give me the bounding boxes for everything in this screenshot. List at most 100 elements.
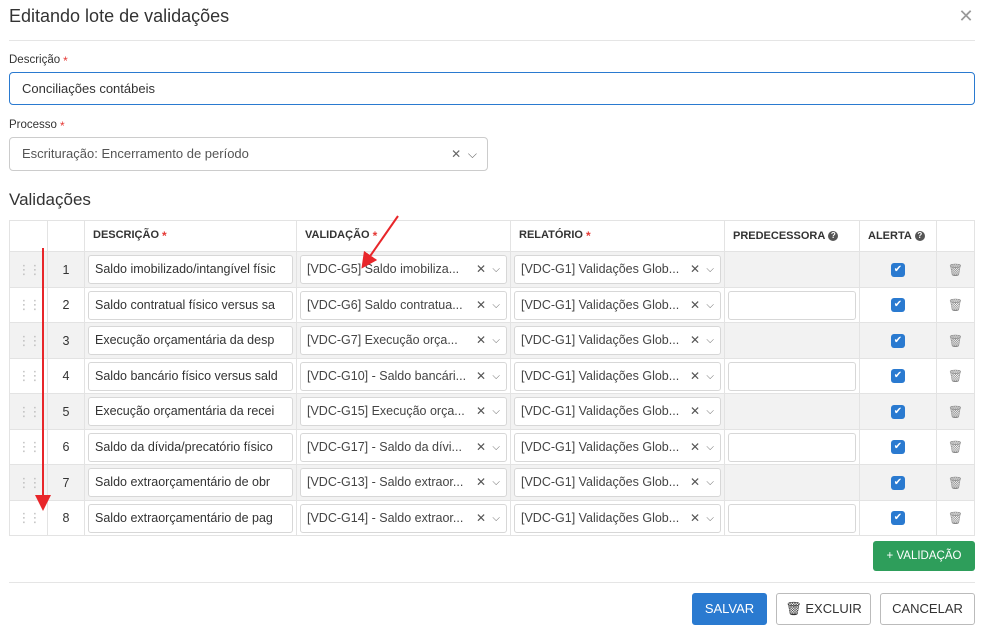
descricao-cell-input[interactable]: Saldo da dívida/precatório físico bbox=[88, 432, 293, 462]
clear-icon[interactable]: ✕ bbox=[690, 327, 700, 354]
alerta-checkbox[interactable]: ✔ bbox=[891, 369, 905, 383]
chevron-down-icon[interactable]: ⌵ bbox=[492, 505, 500, 532]
add-validacao-button[interactable]: + VALIDAÇÃO bbox=[873, 541, 975, 571]
trash-icon[interactable]: 🗑 bbox=[936, 251, 975, 288]
descricao-cell-input[interactable]: Saldo extraorçamentário de obr bbox=[88, 468, 293, 497]
alerta-checkbox[interactable]: ✔ bbox=[891, 262, 905, 277]
clear-icon[interactable]: ✕ bbox=[476, 469, 486, 496]
validacao-select[interactable]: [VDC-G17] - Saldo da dívi... ✕ ⌵ bbox=[300, 432, 507, 462]
chevron-down-icon[interactable]: ⌵ bbox=[468, 147, 477, 161]
trash-icon[interactable]: 🗑 bbox=[936, 500, 975, 536]
chevron-down-icon[interactable]: ⌵ bbox=[492, 434, 500, 461]
trash-icon[interactable]: 🗑 bbox=[936, 322, 975, 359]
chevron-down-icon[interactable]: ⌵ bbox=[706, 256, 714, 283]
chevron-down-icon[interactable]: ⌵ bbox=[706, 327, 714, 354]
chevron-down-icon[interactable]: ⌵ bbox=[706, 398, 714, 425]
cancel-button[interactable]: CANCELAR bbox=[880, 593, 975, 625]
predecessora-input[interactable] bbox=[728, 503, 856, 533]
relatorio-select[interactable]: [VDC-G1] Validações Glob... ✕ ⌵ bbox=[514, 503, 721, 533]
drag-handle-icon[interactable]: ⋮⋮ bbox=[9, 287, 48, 323]
drag-handle-icon[interactable]: ⋮⋮ bbox=[9, 322, 48, 359]
predecessora-input[interactable] bbox=[728, 290, 856, 320]
help-icon[interactable]: ? bbox=[828, 231, 839, 242]
chevron-down-icon[interactable]: ⌵ bbox=[492, 327, 500, 354]
chevron-down-icon[interactable]: ⌵ bbox=[492, 292, 500, 319]
alerta-checkbox[interactable]: ✔ bbox=[891, 440, 905, 454]
validacao-select[interactable]: [VDC-G7] Execução orça... ✕ ⌵ bbox=[300, 326, 507, 355]
relatorio-select[interactable]: [VDC-G1] Validações Glob... ✕ ⌵ bbox=[514, 290, 721, 320]
descricao-cell-input[interactable]: Saldo bancário físico versus sald bbox=[88, 361, 293, 391]
descricao-cell-input[interactable]: Execução orçamentária da desp bbox=[88, 326, 293, 355]
validacao-select[interactable]: [VDC-G6] Saldo contratua... ✕ ⌵ bbox=[300, 290, 507, 320]
save-button[interactable]: SALVAR bbox=[692, 593, 767, 625]
clear-icon[interactable]: ✕ bbox=[690, 434, 700, 461]
chevron-down-icon[interactable]: ⌵ bbox=[706, 363, 714, 390]
drag-handle-icon[interactable]: ⋮⋮ bbox=[9, 358, 48, 394]
clear-icon[interactable]: ✕ bbox=[451, 147, 461, 161]
relatorio-select[interactable]: [VDC-G1] Validações Glob... ✕ ⌵ bbox=[514, 468, 721, 497]
clear-icon[interactable]: ✕ bbox=[690, 469, 700, 496]
relatorio-select[interactable]: [VDC-G1] Validações Glob... ✕ ⌵ bbox=[514, 361, 721, 391]
clear-icon[interactable]: ✕ bbox=[476, 327, 486, 354]
trash-icon[interactable]: 🗑 bbox=[936, 358, 975, 394]
clear-icon[interactable]: ✕ bbox=[476, 363, 486, 390]
relatorio-select[interactable]: [VDC-G1] Validações Glob... ✕ ⌵ bbox=[514, 326, 721, 355]
chevron-down-icon[interactable]: ⌵ bbox=[706, 292, 714, 319]
chevron-down-icon[interactable]: ⌵ bbox=[492, 256, 500, 283]
descricao-cell-input[interactable]: Saldo contratual físico versus sa bbox=[88, 290, 293, 320]
relatorio-select[interactable]: [VDC-G1] Validações Glob... ✕ ⌵ bbox=[514, 432, 721, 462]
descricao-cell-input[interactable]: Saldo extraorçamentário de pag bbox=[88, 503, 293, 533]
trash-icon[interactable]: 🗑 bbox=[936, 287, 975, 323]
table-row: ⋮⋮ 8 Saldo extraorçamentário de pag [VDC-G1… bbox=[9, 500, 975, 536]
clear-icon[interactable]: ✕ bbox=[690, 363, 700, 390]
chevron-down-icon[interactable]: ⌵ bbox=[706, 505, 714, 532]
alerta-checkbox[interactable]: ✔ bbox=[891, 475, 905, 490]
trash-icon[interactable]: 🗑 bbox=[936, 393, 975, 430]
clear-icon[interactable]: ✕ bbox=[476, 434, 486, 461]
clear-icon[interactable]: ✕ bbox=[690, 505, 700, 532]
clear-icon[interactable]: ✕ bbox=[690, 256, 700, 283]
validacao-select[interactable]: [VDC-G10] - Saldo bancári... ✕ ⌵ bbox=[300, 361, 507, 391]
validacao-value: [VDC-G6] Saldo contratua... bbox=[307, 297, 463, 312]
drag-handle-icon[interactable]: ⋮⋮ bbox=[9, 500, 48, 536]
validacao-value: [VDC-G14] - Saldo extraor... bbox=[307, 510, 464, 525]
alerta-checkbox[interactable]: ✔ bbox=[891, 404, 905, 419]
predecessora-input[interactable] bbox=[728, 361, 856, 391]
relatorio-select[interactable]: [VDC-G1] Validações Glob... ✕ ⌵ bbox=[514, 397, 721, 426]
descricao-cell-input[interactable]: Execução orçamentária da recei bbox=[88, 397, 293, 426]
chevron-down-icon[interactable]: ⌵ bbox=[706, 434, 714, 461]
close-icon[interactable]: ✕ bbox=[956, 6, 976, 26]
chevron-down-icon[interactable]: ⌵ bbox=[492, 398, 500, 425]
clear-icon[interactable]: ✕ bbox=[690, 292, 700, 319]
validacao-select[interactable]: [VDC-G13] - Saldo extraor... ✕ ⌵ bbox=[300, 468, 507, 497]
clear-icon[interactable]: ✕ bbox=[476, 256, 486, 283]
validacao-select[interactable]: [VDC-G5] Saldo imobiliza... ✕ ⌵ bbox=[300, 255, 507, 284]
header-descricao: DESCRIÇÃO * bbox=[84, 220, 297, 252]
descricao-cell-input[interactable]: Saldo imobilizado/intangível físic bbox=[88, 255, 293, 284]
clear-icon[interactable]: ✕ bbox=[476, 505, 486, 532]
delete-button[interactable]: 🗑 EXCLUIR bbox=[776, 593, 871, 625]
drag-handle-icon[interactable]: ⋮⋮ bbox=[9, 393, 48, 430]
drag-handle-icon[interactable]: ⋮⋮ bbox=[9, 251, 48, 288]
descricao-input[interactable]: Conciliações contábeis bbox=[9, 72, 975, 105]
chevron-down-icon[interactable]: ⌵ bbox=[706, 469, 714, 496]
drag-handle-icon[interactable]: ⋮⋮ bbox=[9, 464, 48, 501]
alerta-checkbox[interactable]: ✔ bbox=[891, 511, 905, 525]
clear-icon[interactable]: ✕ bbox=[476, 292, 486, 319]
alerta-checkbox[interactable]: ✔ bbox=[891, 298, 905, 312]
help-icon[interactable]: ? bbox=[914, 231, 925, 242]
drag-handle-icon[interactable]: ⋮⋮ bbox=[9, 429, 48, 465]
validacao-select[interactable]: [VDC-G14] - Saldo extraor... ✕ ⌵ bbox=[300, 503, 507, 533]
clear-icon[interactable]: ✕ bbox=[476, 398, 486, 425]
relatorio-select[interactable]: [VDC-G1] Validações Glob... ✕ ⌵ bbox=[514, 255, 721, 284]
chevron-down-icon[interactable]: ⌵ bbox=[492, 469, 500, 496]
trash-icon[interactable]: 🗑 bbox=[936, 464, 975, 501]
trash-icon[interactable]: 🗑 bbox=[936, 429, 975, 465]
table-row: ⋮⋮ 2 Saldo contratual físico versus sa [VDC… bbox=[9, 287, 975, 323]
alerta-checkbox[interactable]: ✔ bbox=[891, 333, 905, 348]
chevron-down-icon[interactable]: ⌵ bbox=[492, 363, 500, 390]
clear-icon[interactable]: ✕ bbox=[690, 398, 700, 425]
processo-select[interactable]: Escrituração: Encerramento de período ✕ … bbox=[9, 137, 488, 171]
validacao-select[interactable]: [VDC-G15] Execução orça... ✕ ⌵ bbox=[300, 397, 507, 426]
predecessora-input[interactable] bbox=[728, 432, 856, 462]
